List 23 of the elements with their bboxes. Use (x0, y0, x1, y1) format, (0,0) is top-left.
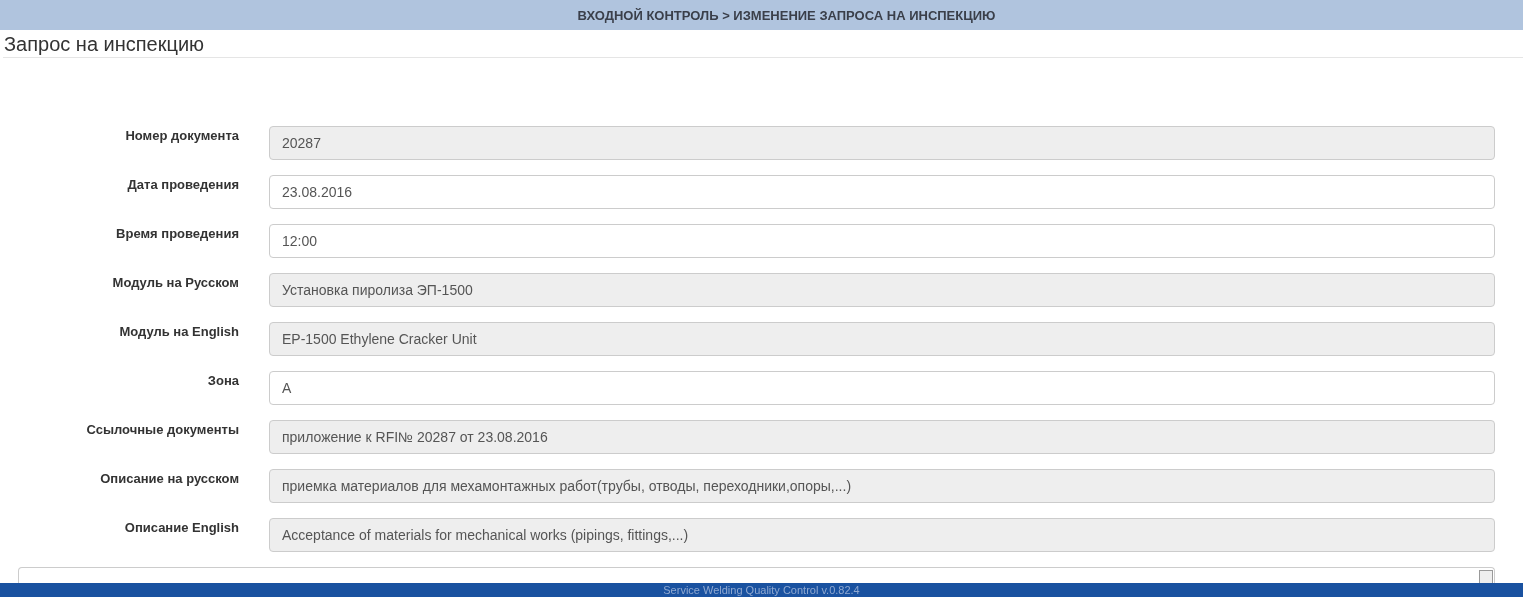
field-label: Описание на русском (99, 470, 239, 486)
field-label: Описание English (123, 519, 239, 535)
input-field[interactable]: Acceptance of materials for mechanical works (pipings, fittings,...) (269, 518, 1495, 552)
breadcrumb-title: ВХОДНОЙ КОНТРОЛЬ > ИЗМЕНЕНИЕ ЗАПРОСА НА ИНСПЕКЦИЮ (577, 7, 996, 23)
input-field[interactable]: 23.08.2016 (269, 175, 1495, 209)
field-label: Номер документа (124, 127, 239, 143)
field-label: Дата проведения (126, 176, 239, 192)
field-label: Ссылочные документы (85, 421, 239, 437)
page-title: Запрос на инспекцию (3, 32, 206, 57)
input-field[interactable]: приложение к RFI№ 20287 от 23.08.2016 (269, 420, 1495, 454)
field-label: Время проведения (115, 225, 239, 241)
input-field[interactable]: 12:00 (269, 224, 1495, 258)
input-field[interactable]: A (269, 371, 1495, 405)
input-field[interactable]: 20287 (269, 126, 1495, 160)
input-field[interactable]: EP-1500 Ethylene Cracker Unit (269, 322, 1495, 356)
footer-text: Service Welding Quality Control v.0.82.4 (663, 583, 860, 597)
field-label: Зона (206, 372, 239, 388)
scrollbar[interactable] (1479, 570, 1493, 583)
input-field[interactable]: Установка пиролиза ЭП-1500 (269, 273, 1495, 307)
field-label: Модуль на English (118, 323, 239, 339)
list-box[interactable] (18, 567, 1495, 583)
input-field[interactable]: приемка материалов для мехамонтажных работ(трубы, отводы, переходники,опоры,...) (269, 469, 1495, 503)
field-label: Модуль на Русском (111, 274, 239, 290)
